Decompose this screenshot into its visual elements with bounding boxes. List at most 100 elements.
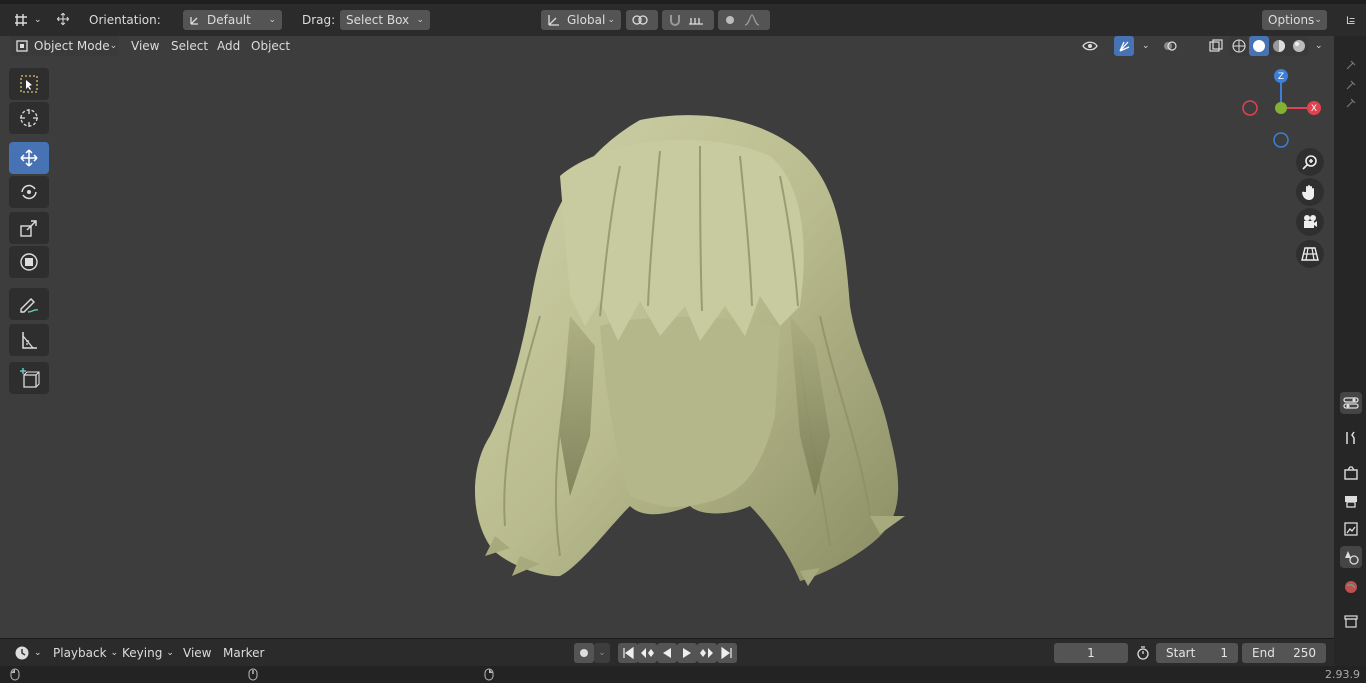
transform-orientation-dropdown[interactable]: Global ⌄ [541,10,621,30]
prev-keyframe-button[interactable] [637,643,657,663]
zoom-icon [1301,153,1319,171]
cursor-icon [18,107,40,129]
falloff-curve-icon [744,14,760,26]
shading-dropdown-chevron-icon[interactable]: ⌄ [1309,36,1325,56]
eye-icon [1082,40,1098,52]
transform-tool[interactable] [9,246,49,278]
overlays-toggle[interactable] [1157,36,1181,56]
tab-output[interactable] [1340,490,1362,512]
play-button[interactable] [677,643,697,663]
use-preview-range-toggle[interactable] [1133,643,1153,663]
menu-marker[interactable]: Marker [217,643,270,663]
play-reverse-button[interactable] [657,643,677,663]
grid-view-button[interactable] [1296,240,1324,268]
tab-collection[interactable] [1340,610,1362,632]
move-tool[interactable] [9,142,49,174]
select-box-tool[interactable] [9,68,49,100]
menu-view[interactable]: View [125,36,165,56]
scale-tool[interactable] [9,212,49,244]
play-icon [681,647,693,659]
visibility-dropdown[interactable] [1076,36,1110,56]
pivot-point-dropdown[interactable] [626,10,658,30]
render-icon [1343,465,1359,481]
timeline-header: ⌄ Playback ⌄ Keying ⌄ View Marker ⌄ 1 Star… [0,638,1334,666]
camera-view-button[interactable] [1296,208,1324,236]
tab-world[interactable] [1340,576,1362,598]
3d-viewport[interactable]: Z X [0,56,1334,638]
gizmo-toggle[interactable] [1114,36,1134,56]
options-label: Options [1268,13,1315,27]
neg-z-axis-dot[interactable] [1273,132,1289,148]
orientation-label: Orientation: [89,13,161,27]
drag-dropdown[interactable]: Select Box ⌄ [340,10,430,30]
transform-orientation-icon [547,13,561,27]
menu-add[interactable]: Add [211,36,246,56]
orientation-dropdown[interactable]: Default ⌄ [183,10,282,30]
drag-value: Select Box [346,13,410,27]
tab-pin-3[interactable] [1340,92,1362,114]
outliner-toggle-icon[interactable] [1340,10,1362,30]
object-mode-icon [16,40,28,52]
tab-pin[interactable] [1340,54,1362,76]
play-reverse-icon [661,647,673,659]
drag-label: Drag: [302,13,336,27]
start-frame-field[interactable]: Start 1 [1156,643,1238,663]
keying-set-dropdown[interactable]: ⌄ [594,643,610,663]
neg-x-axis-dot[interactable] [1242,100,1258,116]
wireframe-shading-icon[interactable] [1229,36,1249,56]
annotate-tool[interactable] [9,288,49,320]
measure-tool[interactable] [9,324,49,356]
snap-dropdown[interactable] [662,10,714,30]
status-bar: 2.93.9 [0,666,1366,683]
add-cube-icon [18,367,40,389]
current-frame-field[interactable]: 1 [1054,643,1128,663]
shading-modes [1229,36,1309,56]
tab-render[interactable] [1340,462,1362,484]
tab-scene[interactable] [1340,546,1362,568]
select-box-icon [19,74,39,94]
tab-tool[interactable] [1340,427,1362,449]
xray-toggle[interactable] [1203,36,1225,56]
snap-increment-icon [688,14,704,26]
options-dropdown[interactable]: Options ⌄ [1262,10,1327,30]
tab-view-layer[interactable] [1340,518,1362,540]
pan-button[interactable] [1296,178,1324,206]
tab-tool-settings[interactable] [1340,392,1362,414]
jump-start-icon [622,647,634,659]
gizmo-dropdown-chevron-icon[interactable]: ⌄ [1136,36,1152,56]
proportional-edit-icon [724,14,736,26]
auto-keying-button[interactable] [574,643,594,663]
pan-hand-icon [1301,183,1319,201]
mode-dropdown[interactable]: Object Mode ⌄ [10,36,119,56]
timeline-editor-type-button[interactable]: ⌄ [8,643,42,663]
next-keyframe-button[interactable] [697,643,717,663]
collection-icon [1343,613,1359,629]
x-axis-label: X [1311,104,1317,114]
proportional-edit-dropdown[interactable] [718,10,770,30]
y-axis-dot[interactable] [1275,102,1287,114]
menu-keying[interactable]: Keying ⌄ [116,643,180,663]
rendered-shading-icon[interactable] [1289,36,1309,56]
material-shading-icon[interactable] [1269,36,1289,56]
xray-icon [1209,39,1223,53]
rotate-tool[interactable] [9,176,49,208]
editor-type-button[interactable]: ⌄ [8,10,42,30]
world-icon [1343,579,1359,595]
timeline-menu-view[interactable]: View [177,643,217,663]
record-icon [579,648,589,658]
end-frame-field[interactable]: End 250 [1242,643,1326,663]
menu-select[interactable]: Select [165,36,214,56]
snap-magnet-icon [668,13,682,27]
menu-object[interactable]: Object [245,36,296,56]
solid-shading-icon[interactable] [1249,36,1269,56]
cursor-tool[interactable] [9,102,49,134]
jump-start-button[interactable] [618,643,638,663]
rotate-icon [19,182,39,202]
menu-playback[interactable]: Playback ⌄ [47,643,124,663]
jump-end-button[interactable] [717,643,737,663]
start-label: Start [1166,646,1196,660]
add-cube-tool[interactable] [9,362,49,394]
zoom-button[interactable] [1296,148,1324,176]
navigation-gizmo[interactable]: Z X [1236,68,1326,158]
output-icon [1343,493,1359,509]
